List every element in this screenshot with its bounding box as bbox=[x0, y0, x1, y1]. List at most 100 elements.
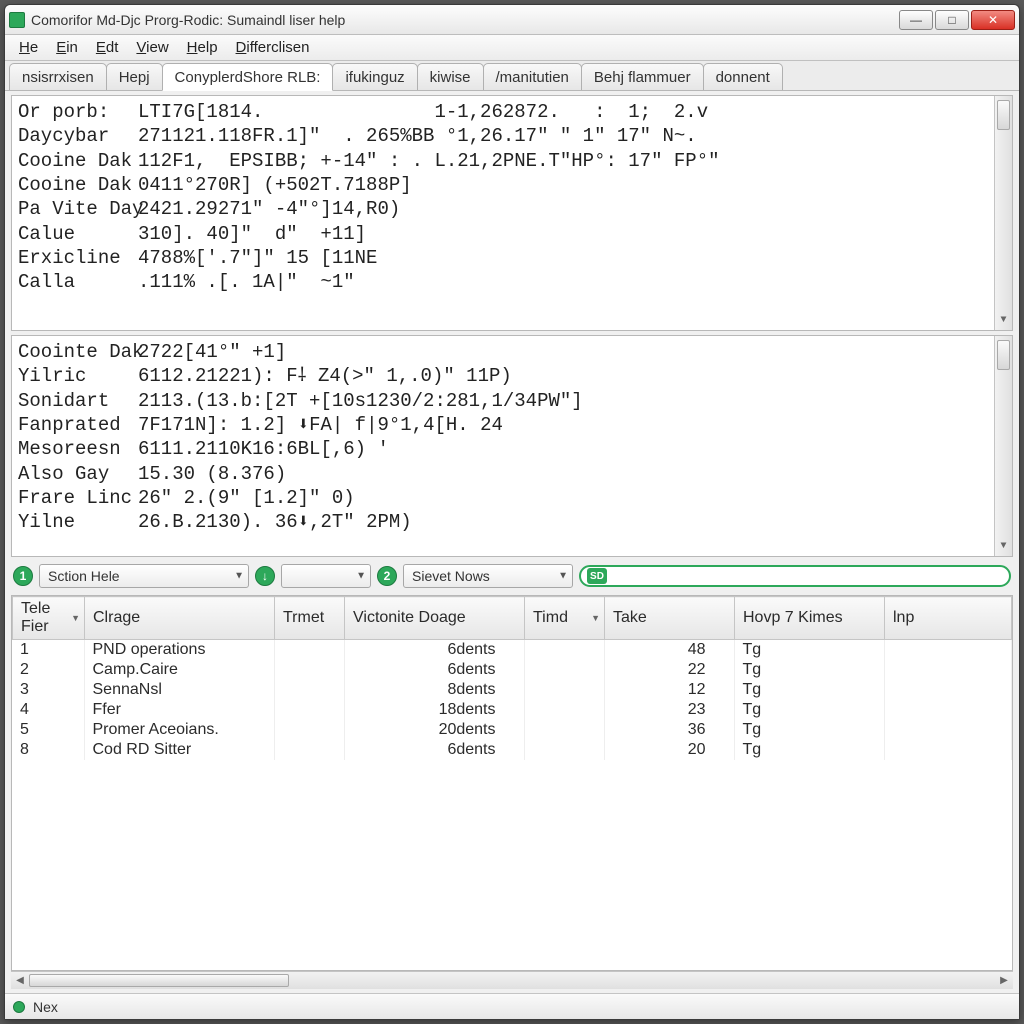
output-line: Daycybar271121.118FR.1]" . 265%BB °1,26.… bbox=[18, 124, 1006, 148]
step-badge-1: 1 bbox=[13, 566, 33, 586]
cell bbox=[274, 700, 344, 720]
column-header[interactable]: lnp bbox=[885, 597, 1012, 640]
column-header[interactable]: Clrage bbox=[85, 597, 275, 640]
tab-3[interactable]: ifukinguz bbox=[332, 63, 417, 90]
close-button[interactable]: ✕ bbox=[971, 10, 1015, 30]
maximize-button[interactable]: □ bbox=[935, 10, 969, 30]
table-row[interactable]: 8Cod RD Sitter6dents20Tg bbox=[12, 740, 1012, 760]
output-line: Cooine Dak112F1, EPSIBB; +-14" : . L.21,… bbox=[18, 149, 1006, 173]
output-line: Yilne26.B.2130). 36⬇,2T" 2PM) bbox=[18, 510, 1006, 534]
output-line: Coointe Dak2722[41°" +1] bbox=[18, 340, 1006, 364]
output-pane-bottom[interactable]: Coointe Dak2722[41°" +1]Yilric6112.21221… bbox=[11, 335, 1013, 557]
titlebar[interactable]: Comorifor Md-Djc Prorg-Rodic: Sumaindl l… bbox=[5, 5, 1019, 35]
column-header[interactable]: Tele Fier▼ bbox=[13, 597, 85, 640]
cell bbox=[524, 680, 604, 700]
cell: 6dents bbox=[344, 660, 524, 680]
tab-5[interactable]: /manitutien bbox=[483, 63, 582, 90]
table-row[interactable]: 1PND operations6dents48Tg bbox=[12, 640, 1012, 660]
tab-2[interactable]: ConyplerdShore RLB: bbox=[162, 63, 334, 91]
tab-0[interactable]: nsisrrxisen bbox=[9, 63, 107, 90]
output-line: Or porb:LTI7G[1814. 1-1,262872. : 1; 2.v bbox=[18, 100, 1006, 124]
cell: 48 bbox=[604, 640, 734, 660]
cell: PND operations bbox=[84, 640, 274, 660]
menubar: HeEinEdtViewHelpDifferclisen bbox=[5, 35, 1019, 61]
chevron-down-icon: ▼ bbox=[234, 571, 244, 582]
cell: Tg bbox=[734, 640, 884, 660]
menu-edt[interactable]: Edt bbox=[88, 37, 127, 58]
cell bbox=[884, 660, 1012, 680]
cell bbox=[524, 740, 604, 760]
cell: Tg bbox=[734, 660, 884, 680]
cell: 12 bbox=[604, 680, 734, 700]
statusbar: Nex bbox=[5, 993, 1019, 1019]
output-line: Mesoreesn6111.2110K16:6BL[,6) ' bbox=[18, 437, 1006, 461]
download-badge[interactable]: ↓ bbox=[255, 566, 275, 586]
menu-he[interactable]: He bbox=[11, 37, 46, 58]
hscroll-thumb[interactable] bbox=[29, 974, 289, 987]
cell bbox=[524, 660, 604, 680]
menu-view[interactable]: View bbox=[128, 37, 176, 58]
output-pane-top[interactable]: Or porb:LTI7G[1814. 1-1,262872. : 1; 2.v… bbox=[11, 95, 1013, 331]
cell: 3 bbox=[12, 680, 84, 700]
scroll-down-icon[interactable]: ▼ bbox=[995, 312, 1012, 330]
cell: 20 bbox=[604, 740, 734, 760]
status-text: Nex bbox=[33, 999, 58, 1015]
column-header[interactable]: Timd▼ bbox=[525, 597, 605, 640]
cell: 1 bbox=[12, 640, 84, 660]
menu-help[interactable]: Help bbox=[179, 37, 226, 58]
column-header[interactable]: Hovp 7 Kimes bbox=[735, 597, 885, 640]
cell bbox=[274, 640, 344, 660]
cell bbox=[274, 660, 344, 680]
minimize-button[interactable]: — bbox=[899, 10, 933, 30]
cell: Tg bbox=[734, 720, 884, 740]
cell bbox=[524, 640, 604, 660]
cell: 20dents bbox=[344, 720, 524, 740]
vscrollbar-top[interactable]: ▲ ▼ bbox=[994, 96, 1012, 330]
column-header[interactable]: Trmet bbox=[275, 597, 345, 640]
table-row[interactable]: 2Camp.Caire6dents22Tg bbox=[12, 660, 1012, 680]
step-badge-2: 2 bbox=[377, 566, 397, 586]
chevron-down-icon: ▼ bbox=[356, 571, 366, 582]
tab-4[interactable]: kiwise bbox=[417, 63, 484, 90]
cell bbox=[884, 720, 1012, 740]
menu-differclisen[interactable]: Differclisen bbox=[228, 37, 318, 58]
cell: 23 bbox=[604, 700, 734, 720]
scroll-down-icon[interactable]: ▼ bbox=[995, 538, 1012, 556]
hscrollbar[interactable]: ◀ ▶ bbox=[11, 971, 1013, 989]
small-combo[interactable]: ▼ bbox=[281, 564, 371, 588]
output-line: Fanprated7F171N]: 1.2] ⬇FA| f|9°1,4[H. 2… bbox=[18, 413, 1006, 437]
grid-table: Tele Fier▼ClrageTrmetVictonite DoageTimd… bbox=[12, 596, 1012, 640]
table-row[interactable]: 3SennaNsl8dents12Tg bbox=[12, 680, 1012, 700]
column-header[interactable]: Take bbox=[605, 597, 735, 640]
sievet-combo[interactable]: Sievet Nows ▼ bbox=[403, 564, 573, 588]
tab-1[interactable]: Hepj bbox=[106, 63, 163, 90]
cell bbox=[884, 700, 1012, 720]
app-icon bbox=[9, 12, 25, 28]
table-row[interactable]: 4Ffer18dents23Tg bbox=[12, 700, 1012, 720]
scroll-thumb[interactable] bbox=[997, 340, 1010, 370]
vscrollbar-bottom[interactable]: ▲ ▼ bbox=[994, 336, 1012, 556]
sievet-combo-label: Sievet Nows bbox=[412, 568, 490, 584]
cell: 18dents bbox=[344, 700, 524, 720]
sd-search-pill[interactable]: SD bbox=[579, 565, 1011, 587]
scroll-right-icon[interactable]: ▶ bbox=[995, 972, 1013, 989]
cell bbox=[274, 720, 344, 740]
sort-icon: ▼ bbox=[591, 613, 600, 623]
scroll-thumb[interactable] bbox=[997, 100, 1010, 130]
scroll-left-icon[interactable]: ◀ bbox=[11, 972, 29, 989]
output-line: Sonidart2113.(13.b:[2T +[10s1230/2:281,1… bbox=[18, 389, 1006, 413]
table-row[interactable]: 5Promer Aceoians.20dents36Tg bbox=[12, 720, 1012, 740]
output-line: Also Gay15.30 (8.376) bbox=[18, 462, 1006, 486]
output-line: Calue310]. 40]" d" +11] bbox=[18, 222, 1006, 246]
data-grid[interactable]: Tele Fier▼ClrageTrmetVictonite DoageTimd… bbox=[11, 595, 1013, 971]
section-combo-label: Sction Hele bbox=[48, 568, 120, 584]
section-combo[interactable]: Sction Hele ▼ bbox=[39, 564, 249, 588]
menu-ein[interactable]: Ein bbox=[48, 37, 86, 58]
tab-7[interactable]: donnent bbox=[703, 63, 783, 90]
cell: 22 bbox=[604, 660, 734, 680]
cell: Ffer bbox=[84, 700, 274, 720]
output-line: Erxicline4788%['.7"]" 15 [11NE bbox=[18, 246, 1006, 270]
cell: 2 bbox=[12, 660, 84, 680]
column-header[interactable]: Victonite Doage bbox=[345, 597, 525, 640]
tab-6[interactable]: Behj flammuer bbox=[581, 63, 704, 90]
